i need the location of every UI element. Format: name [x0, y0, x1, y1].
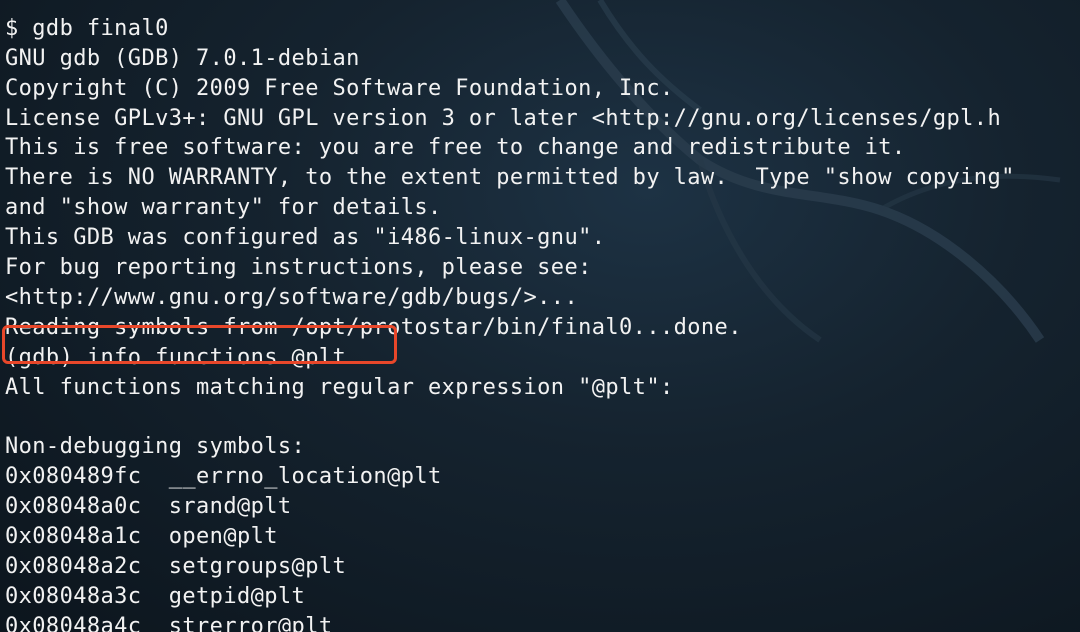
terminal-line: License GPLv3+: GNU GPL version 3 or lat… — [5, 105, 1002, 131]
terminal-line: For bug reporting instructions, please s… — [5, 255, 592, 281]
symbol-row: 0x08048a1c open@plt — [5, 524, 278, 550]
symbol-row: 0x08048a0c srand@plt — [5, 494, 292, 520]
terminal-line: All functions matching regular expressio… — [5, 374, 674, 400]
terminal-line: There is NO WARRANTY, to the extent perm… — [5, 165, 1015, 191]
symbol-row: 0x080489fc __errno_location@plt — [5, 464, 442, 490]
terminal-window[interactable]: ‾ ‾ ‾‾ $ gdb final0 GNU gdb (GDB) 7.0.1-… — [0, 0, 1080, 632]
terminal-line: Copyright (C) 2009 Free Software Foundat… — [5, 75, 674, 101]
terminal-line: This GDB was configured as "i486-linux-g… — [5, 225, 606, 251]
terminal-line: GNU gdb (GDB) 7.0.1-debian — [5, 45, 360, 71]
terminal-line: $ gdb final0 — [5, 15, 169, 41]
terminal-line: This is free software: you are free to c… — [5, 135, 906, 161]
terminal-line: <http://www.gnu.org/software/gdb/bugs/>.… — [5, 284, 579, 310]
terminal-line: Non-debugging symbols: — [5, 434, 306, 460]
symbol-row: 0x08048a2c setgroups@plt — [5, 553, 347, 579]
terminal-output: ‾ ‾ ‾‾ $ gdb final0 GNU gdb (GDB) 7.0.1-… — [5, 0, 1080, 632]
terminal-line: Reading symbols from /opt/protostar/bin/… — [5, 314, 742, 340]
terminal-line: and "show warranty" for details. — [5, 195, 442, 221]
symbol-row: 0x08048a4c strerror@plt — [5, 613, 333, 632]
gdb-command-line: (gdb) info functions @plt — [5, 344, 347, 370]
terminal-line-partial: ‾ ‾ ‾‾ — [5, 0, 1080, 14]
symbol-row: 0x08048a3c getpid@plt — [5, 583, 306, 609]
